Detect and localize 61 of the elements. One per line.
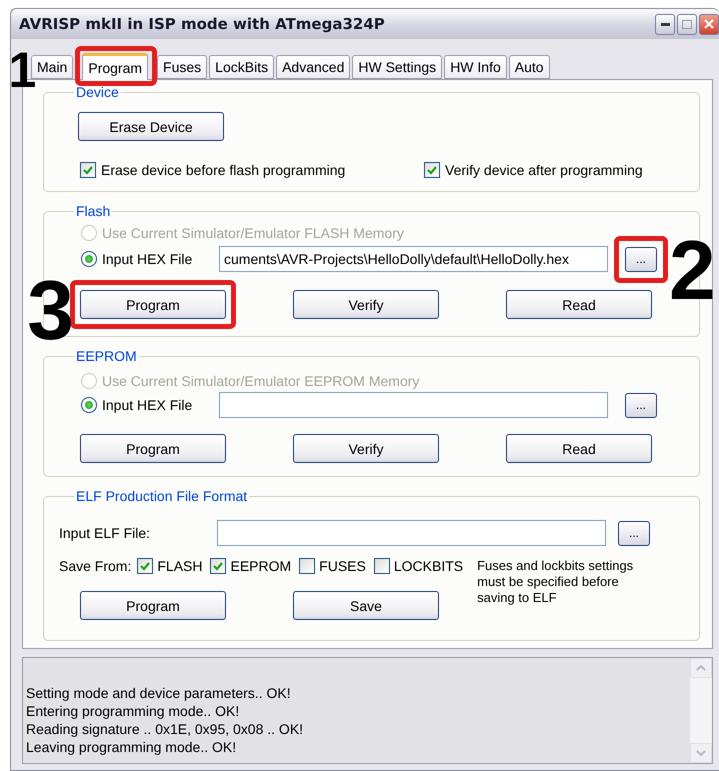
window-title: AVRISP mkII in ISP mode with ATmega324P [19, 15, 385, 33]
tab[interactable]: Main [31, 55, 74, 79]
browse-button[interactable]: ... [618, 520, 650, 546]
radio-label: Input HEX File [102, 397, 194, 413]
action-button[interactable]: Program [80, 290, 226, 319]
close-icon [704, 19, 714, 29]
action-button[interactable]: Read [506, 290, 652, 319]
browse-button[interactable]: ... [625, 392, 657, 418]
minimize-icon [660, 22, 670, 26]
radio-button[interactable] [81, 397, 97, 413]
checkbox-label: FLASH [157, 558, 202, 574]
group-title: EEPROM [75, 348, 138, 364]
action-button[interactable]: Save [293, 591, 439, 620]
checkbox[interactable] [80, 162, 96, 178]
action-button[interactable]: Verify [293, 290, 439, 319]
radio-label: Use Current Simulator/Emulator FLASH Memory [102, 225, 404, 241]
tab[interactable]: Program [82, 53, 148, 80]
step-number: 2 [669, 238, 716, 302]
note-text: Fuses and lockbits settings must be specified before saving to ELF [477, 558, 634, 606]
elf-file-field[interactable] [217, 520, 606, 546]
checkbox-label: Verify device after programming [445, 162, 643, 178]
step-number: 3 [27, 279, 74, 343]
group-title: ELF Production File Format [75, 488, 248, 504]
checkbox[interactable] [137, 558, 154, 574]
tab[interactable]: HW Info [444, 55, 507, 79]
checkbox[interactable] [424, 162, 440, 178]
action-button[interactable]: Program [80, 434, 226, 463]
tab[interactable]: Auto [508, 55, 550, 79]
tab[interactable]: Advanced [276, 55, 350, 79]
tab[interactable]: HW Settings [352, 55, 442, 79]
field-label: Save From: [59, 558, 132, 574]
checkbox[interactable] [299, 558, 316, 574]
file-path-field[interactable]: cuments\AVR-Projects\HelloDolly\default\HelloDolly.hex [219, 246, 608, 272]
checkbox[interactable] [374, 558, 390, 574]
log-line: Setting mode and device parameters.. OK! [26, 684, 292, 702]
log-line: Reading signature .. 0x1E, 0x95, 0x08 .. OK! [26, 720, 304, 738]
minimize-button[interactable] [655, 14, 675, 34]
log-line: Entering programming mode.. OK! [26, 702, 240, 720]
field-label: Input ELF File: [59, 525, 152, 541]
group-title: Flash [75, 203, 112, 219]
checkbox[interactable] [210, 558, 226, 574]
tab[interactable]: Fuses [157, 55, 208, 79]
radio-label: Input HEX File [102, 251, 194, 267]
action-button[interactable]: Program [80, 591, 226, 620]
browse-button[interactable]: ... [625, 246, 657, 272]
erase-device-button[interactable]: Erase Device [78, 112, 224, 141]
log-line: Leaving programming mode.. OK! [26, 738, 238, 756]
maximize-icon [682, 20, 692, 28]
maximize-button[interactable] [677, 14, 697, 34]
checkbox-label: Erase device before flash programming [101, 162, 346, 178]
file-path-field[interactable] [219, 392, 608, 418]
checkbox-label: LOCKBITS [394, 558, 464, 574]
group-title: Device [75, 84, 120, 100]
radio-label: Use Current Simulator/Emulator EEPROM Memory [102, 373, 420, 389]
checkbox-label: EEPROM [230, 558, 292, 574]
close-button[interactable] [699, 14, 719, 34]
checkbox-label: FUSES [319, 558, 366, 574]
radio-button[interactable] [81, 251, 97, 267]
action-button[interactable]: Read [506, 434, 652, 463]
tab[interactable]: LockBits [209, 55, 274, 79]
action-button[interactable]: Verify [293, 434, 439, 463]
